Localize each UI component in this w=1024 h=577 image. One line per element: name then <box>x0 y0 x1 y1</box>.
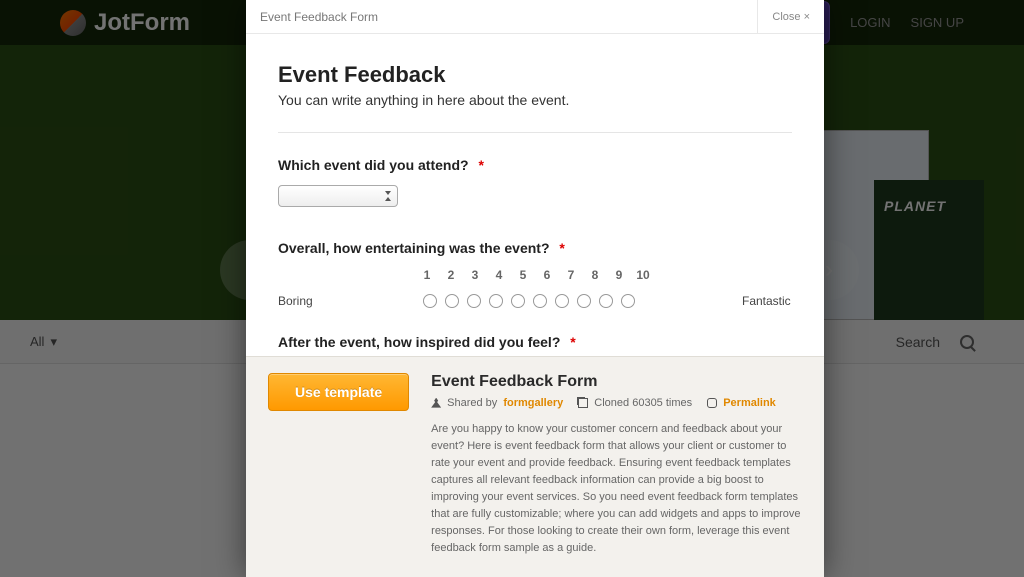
q2-label: Overall, how entertaining was the event?… <box>278 240 792 256</box>
close-label: Close × <box>772 11 810 23</box>
template-info-title: Event Feedback Form <box>431 373 802 391</box>
template-description: Are you happy to know your customer conc… <box>431 421 802 557</box>
form-subtitle: You can write anything in here about the… <box>278 92 792 108</box>
q2-scale: 1 2 3 4 5 6 7 8 9 10 Boring <box>278 268 792 308</box>
template-preview-modal: Event Feedback Form Close × Event Feedba… <box>246 0 824 577</box>
q2-radio-6[interactable] <box>533 294 547 308</box>
q3-label-text: After the event, how inspired did you fe… <box>278 334 560 350</box>
q2-radio-1[interactable] <box>423 294 437 308</box>
q2-radio-3[interactable] <box>467 294 481 308</box>
q1-label-text: Which event did you attend? <box>278 157 469 173</box>
q2-radios <box>322 294 736 308</box>
cloned-count: Cloned 60305 times <box>594 397 692 409</box>
scale-num: 3 <box>468 268 482 282</box>
scale-num: 10 <box>636 268 650 282</box>
scale-num: 2 <box>444 268 458 282</box>
scale-num: 1 <box>420 268 434 282</box>
q3-label: After the event, how inspired did you fe… <box>278 334 792 350</box>
required-asterisk: * <box>478 157 483 173</box>
q2-scale-row: Boring Fantastic <box>278 294 792 308</box>
event-select[interactable] <box>278 185 398 207</box>
template-info: Event Feedback Form Shared by formgaller… <box>431 373 802 557</box>
q2-radio-8[interactable] <box>577 294 591 308</box>
scale-num: 4 <box>492 268 506 282</box>
use-template-button[interactable]: Use template <box>268 373 409 411</box>
modal-title: Event Feedback Form <box>260 10 378 24</box>
use-template-wrapper: Use template <box>268 373 409 557</box>
scale-num: 7 <box>564 268 578 282</box>
q2-radio-7[interactable] <box>555 294 569 308</box>
q2-radio-5[interactable] <box>511 294 525 308</box>
required-asterisk: * <box>559 240 564 256</box>
divider <box>278 132 792 133</box>
scale-num: 9 <box>612 268 626 282</box>
scale-num: 8 <box>588 268 602 282</box>
q2-right-label: Fantastic <box>736 294 792 308</box>
scale-num: 6 <box>540 268 554 282</box>
author-link[interactable]: formgallery <box>503 397 563 409</box>
q1-label: Which event did you attend? * <box>278 157 792 173</box>
close-button[interactable]: Close × <box>757 0 824 33</box>
clone-icon <box>578 398 588 408</box>
modal-body[interactable]: Event Feedback You can write anything in… <box>246 34 824 356</box>
q2-radio-10[interactable] <box>621 294 635 308</box>
q2-left-label: Boring <box>278 294 322 308</box>
required-asterisk: * <box>570 334 575 350</box>
modal-header: Event Feedback Form Close × <box>246 0 824 34</box>
q2-radio-2[interactable] <box>445 294 459 308</box>
user-icon <box>431 398 441 408</box>
link-icon <box>707 398 717 408</box>
shared-by-label: Shared by <box>447 397 497 409</box>
q2-radio-9[interactable] <box>599 294 613 308</box>
modal-footer: Use template Event Feedback Form Shared … <box>246 356 824 577</box>
q2-scale-numbers: 1 2 3 4 5 6 7 8 9 10 <box>278 268 792 282</box>
q2-radio-4[interactable] <box>489 294 503 308</box>
scale-num: 5 <box>516 268 530 282</box>
permalink-link[interactable]: Permalink <box>723 397 776 409</box>
q2-label-text: Overall, how entertaining was the event? <box>278 240 550 256</box>
form-title: Event Feedback <box>278 62 792 88</box>
template-meta: Shared by formgallery Cloned 60305 times… <box>431 397 802 409</box>
